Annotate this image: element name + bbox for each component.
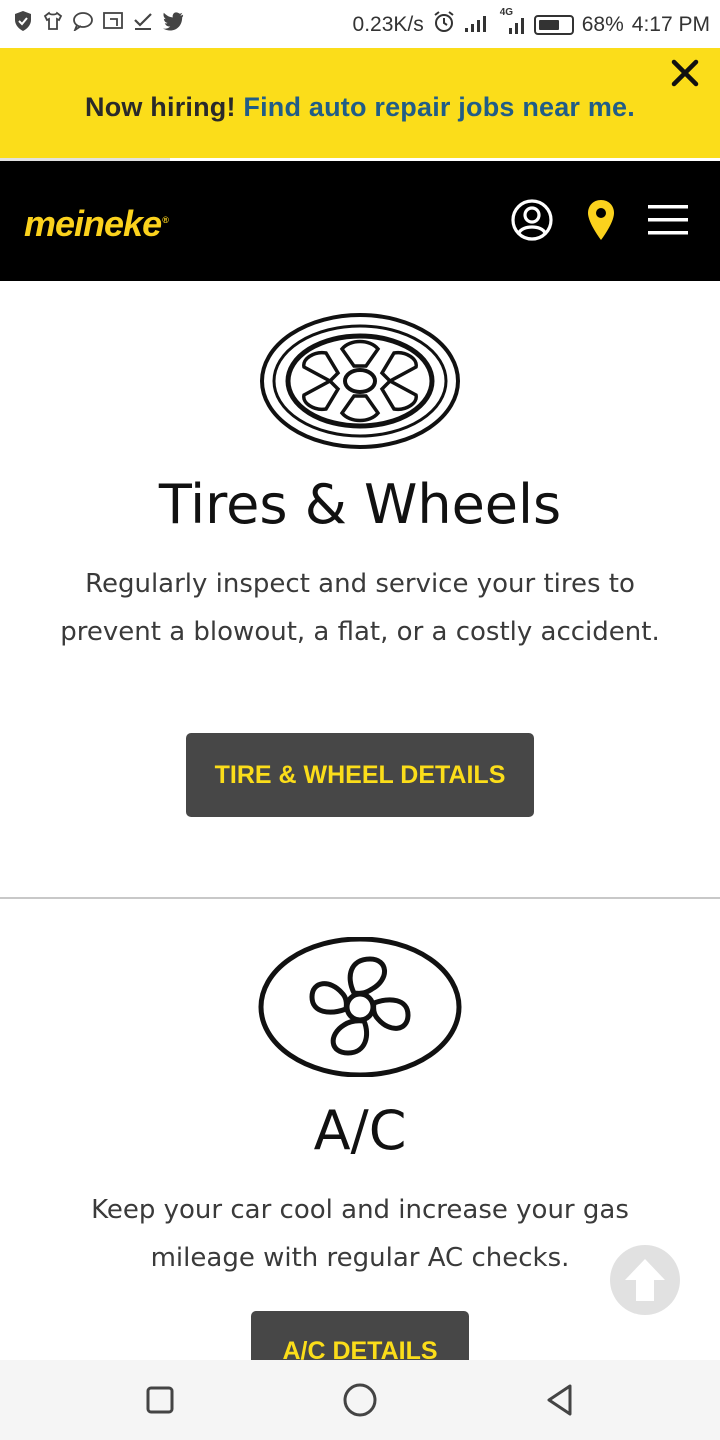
network-type: 4G [499,7,514,18]
service-description: Regularly inspect and service your tires… [60,569,660,647]
jobs-link[interactable]: Find auto repair jobs near me. [243,92,635,122]
twitter-icon [162,10,184,32]
clock: 4:17 PM [631,13,710,36]
battery-percent: 68% [581,13,624,36]
ac-details-button[interactable]: A/C DETAILS [251,1311,469,1360]
arrow-up-icon [625,1259,665,1301]
service-title: Tires & Wheels [158,473,562,536]
meineke-logo[interactable]: meineke® [24,203,169,245]
recents-square-icon [146,1386,174,1414]
network-speed: 0.23K/s [352,13,424,36]
back-button[interactable] [540,1380,580,1420]
hiring-banner: Now hiring! Find auto repair jobs near m… [0,48,720,161]
battery-icon [533,15,574,35]
battery-level [538,20,559,30]
close-icon [671,59,699,87]
location-pin-icon [588,200,614,240]
ac-fan-icon [258,937,462,1077]
signal-4g-icon: 4G [500,7,526,37]
system-indicators: 0.23K/s 4G 68% 4:17 PM [352,7,710,40]
shield-icon [12,10,34,32]
tire-icon [260,313,460,449]
service-description: Keep your car cool and increase your gas… [91,1195,629,1273]
home-circle-icon [343,1383,377,1417]
service-title: A/C [313,1099,407,1162]
download-check-icon [132,10,154,32]
shirt-icon [42,10,64,32]
account-icon [511,199,553,241]
banner-message: Now hiring! Find auto repair jobs near m… [0,92,720,123]
status-bar: 0.23K/s 4G 68% 4:17 PM [0,0,720,48]
banner-lead: Now hiring! [85,92,236,122]
alarm-icon [432,10,456,40]
tire-wheel-details-button[interactable]: TIRE & WHEEL DETAILS [186,733,534,817]
cast-icon [102,10,124,32]
back-triangle-icon [547,1384,572,1416]
location-button[interactable] [578,197,624,243]
signal-icon [464,11,492,39]
service-tires-wheels: Tires & Wheels Regularly inspect and ser… [0,281,720,897]
close-banner-button[interactable] [668,56,702,90]
menu-icon [648,205,688,235]
recents-button[interactable] [140,1380,180,1420]
logo-text: meineke [24,203,162,244]
menu-button[interactable] [645,197,691,243]
account-button[interactable] [509,197,555,243]
notification-icons [12,10,184,32]
system-nav-bar [0,1360,720,1440]
logo-registered-mark: ® [162,215,169,225]
chat-icon [72,10,94,32]
home-button[interactable] [340,1380,380,1420]
site-header: meineke® [0,161,720,281]
back-to-top-button[interactable] [610,1245,680,1315]
